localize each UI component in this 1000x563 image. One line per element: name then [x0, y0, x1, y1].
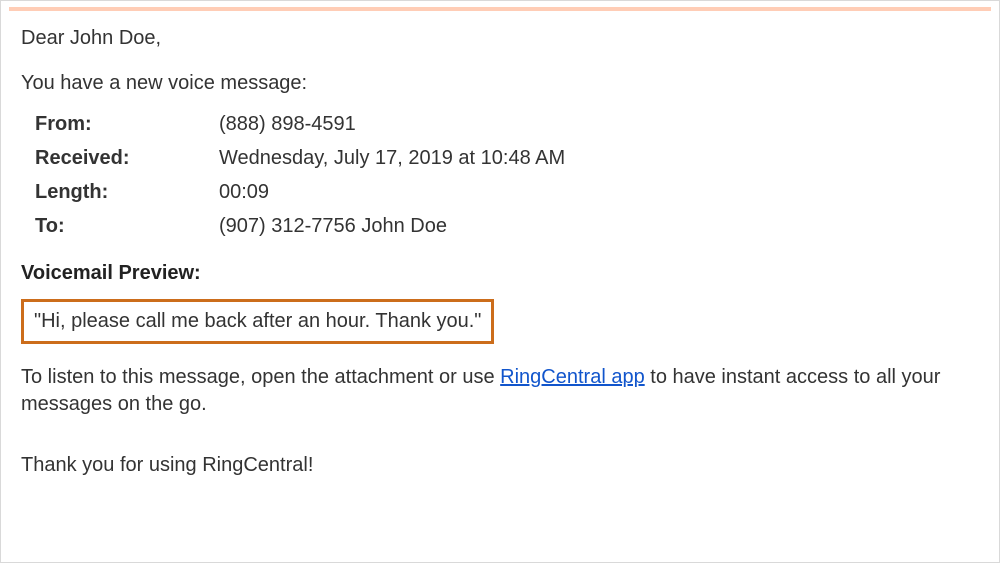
details-block: From: (888) 898-4591 Received: Wednesday…: [35, 113, 979, 238]
detail-row-length: Length: 00:09: [35, 181, 979, 204]
length-value: 00:09: [219, 181, 269, 204]
to-label: To:: [35, 215, 219, 238]
detail-row-to: To: (907) 312-7756 John Doe: [35, 215, 979, 238]
intro-text: You have a new voice message:: [21, 72, 979, 95]
received-label: Received:: [35, 147, 219, 170]
thanks-text: Thank you for using RingCentral!: [21, 454, 979, 477]
voicemail-preview-box: "Hi, please call me back after an hour. …: [21, 299, 494, 344]
length-label: Length:: [35, 181, 219, 204]
instruction-before: To listen to this message, open the atta…: [21, 366, 500, 388]
ringcentral-app-link[interactable]: RingCentral app: [500, 366, 645, 388]
email-content: Dear John Doe, You have a new voice mess…: [1, 11, 999, 477]
detail-row-from: From: (888) 898-4591: [35, 113, 979, 136]
to-value: (907) 312-7756 John Doe: [219, 215, 447, 238]
email-container: Dear John Doe, You have a new voice mess…: [0, 0, 1000, 563]
received-value: Wednesday, July 17, 2019 at 10:48 AM: [219, 147, 565, 170]
instruction-text: To listen to this message, open the atta…: [21, 364, 979, 418]
from-value: (888) 898-4591: [219, 113, 356, 136]
from-label: From:: [35, 113, 219, 136]
voicemail-preview-text: "Hi, please call me back after an hour. …: [34, 310, 481, 332]
voicemail-preview-heading: Voicemail Preview:: [21, 262, 979, 285]
detail-row-received: Received: Wednesday, July 17, 2019 at 10…: [35, 147, 979, 170]
greeting-text: Dear John Doe,: [21, 27, 979, 50]
